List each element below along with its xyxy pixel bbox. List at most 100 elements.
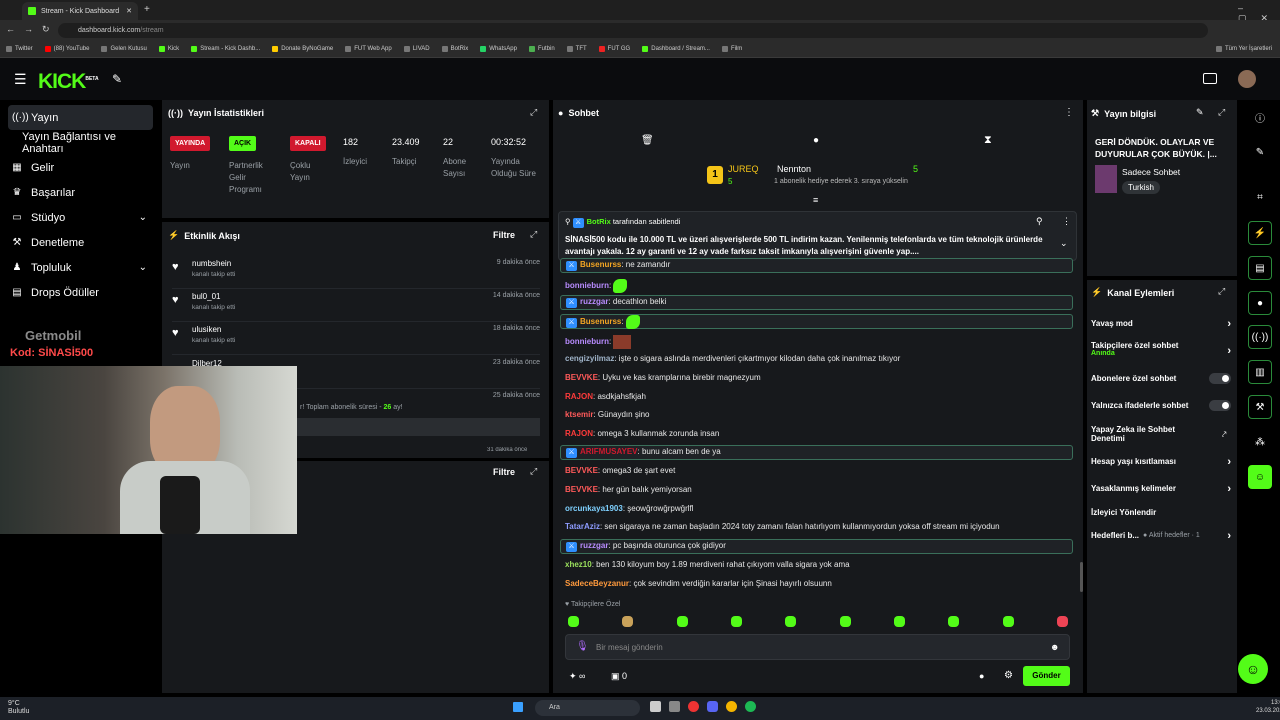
apps-icon[interactable]: ⁂ xyxy=(1248,430,1272,454)
emote-only-action[interactable]: Yalnızca ifadelerle sohbet xyxy=(1091,400,1231,411)
browser-tab[interactable]: Stream - Kick Dashboard ✕ xyxy=(22,2,138,20)
taskbar-apps[interactable] xyxy=(650,701,770,715)
send-button[interactable]: Gönder xyxy=(1023,666,1070,686)
hamburger-menu-icon[interactable]: ☰ xyxy=(14,71,27,88)
slow-mode-action[interactable]: Yavaş mod › xyxy=(1091,318,1231,330)
unpin-icon[interactable]: ⚲ xyxy=(1036,216,1043,227)
sidebar-item-gelir[interactable]: ▦ Gelir xyxy=(8,155,153,180)
toggle-switch[interactable] xyxy=(1209,400,1231,411)
expand-icon[interactable]: ⤢ xyxy=(530,466,537,477)
microphone-icon[interactable]: 🎙 xyxy=(576,641,589,652)
chat-message[interactable]: BEVVKE: Uyku ve kas kramplarına birebir … xyxy=(565,373,761,382)
expand-icon[interactable]: ⤢ xyxy=(1218,107,1225,118)
filter-button[interactable]: Filtre xyxy=(493,467,515,477)
more-options-icon[interactable]: ⋮ xyxy=(1064,107,1074,118)
chat-settings-bubble-icon[interactable]: ● xyxy=(979,671,984,681)
chevron-down-icon[interactable]: ⌄ xyxy=(1060,238,1068,249)
system-clock[interactable]: 13:0423.03.2026 xyxy=(1256,699,1280,715)
bookmark-item[interactable]: TFT xyxy=(566,46,587,52)
sidebar-item-denetleme[interactable]: ⚒ Denetleme xyxy=(8,230,153,255)
chat-message[interactable]: SadeceBeyzanur: çok sevindim verdiğin ka… xyxy=(565,579,832,588)
raid-action[interactable]: İzleyici Yönlendir xyxy=(1091,508,1231,517)
bookmark-item[interactable]: Film xyxy=(721,46,742,52)
chat-message[interactable]: cengizyilmaz: işte o sigara aslında merd… xyxy=(565,354,900,363)
hourglass-icon[interactable]: ⧗ xyxy=(984,134,992,147)
bookmark-item[interactable]: Futbin xyxy=(528,46,555,52)
chat-message[interactable]: RAJON: asdkjahsfkjah xyxy=(565,392,646,401)
chat-message[interactable]: BEVVKE: her gün balık yemiyorsan xyxy=(565,485,692,494)
chat-message[interactable]: BEVVKE: omega3 de şart evet xyxy=(565,466,675,475)
nav-buttons[interactable]: ←→↻ xyxy=(6,24,59,35)
emoji-icon[interactable]: ☻ xyxy=(1050,642,1059,652)
expand-icon[interactable]: ⤢ xyxy=(530,229,537,240)
sidebar-item-yayin[interactable]: ((·)) Yayın xyxy=(8,105,153,130)
subs-only-action[interactable]: Abonelere özel sohbet xyxy=(1091,373,1231,384)
chat-message[interactable]: bonnieburn: xyxy=(565,279,628,293)
wrench-icon[interactable]: ⚒ xyxy=(1248,395,1272,419)
chat-message[interactable]: ⚔ ruzzgar: decathlon belki xyxy=(560,295,1073,310)
bookmark-item[interactable]: Donate ByNoGame xyxy=(272,46,333,52)
broadcast-icon[interactable]: ((·)) xyxy=(1248,325,1272,349)
bookmark-item[interactable]: Kick xyxy=(158,46,179,52)
chat-message[interactable]: TatarAziz: sen sigaraya ne zaman başladı… xyxy=(565,522,1000,531)
category-name[interactable]: Sadece Sohbet xyxy=(1122,167,1180,177)
layout-icon[interactable]: ▥ xyxy=(1248,360,1272,384)
taskbar-search[interactable]: Ara xyxy=(535,700,640,716)
sidebar-item-topluluk[interactable]: ♟ Topluluk ⌄ xyxy=(8,255,153,280)
bookmark-item[interactable]: (88) YouTube xyxy=(44,46,89,52)
pin-icon[interactable]: ✎ xyxy=(112,72,122,86)
trash-icon[interactable]: 🗑 xyxy=(641,135,654,146)
collapse-icon[interactable]: ≡ xyxy=(813,195,818,205)
crop-icon[interactable]: ⌗ xyxy=(1248,185,1272,209)
followers-only-action[interactable]: Takipçilere özel sohbet Anında › xyxy=(1091,341,1231,357)
close-tab-icon[interactable]: ✕ xyxy=(126,7,132,15)
clipboard-icon[interactable]: ▤ xyxy=(1248,256,1272,280)
pencil-icon[interactable]: ✎ xyxy=(1248,140,1272,164)
ai-moderation-action[interactable]: Yapay Zeka ile Sohbet Denetimi xyxy=(1091,425,1201,443)
all-bookmarks[interactable]: Tüm Yer İşaretleri xyxy=(1215,46,1272,52)
bookmark-item[interactable]: Stream - Kick Dashb... xyxy=(191,46,260,52)
expand-icon[interactable]: ⤢ xyxy=(1218,286,1225,297)
chat-message[interactable]: xhez10: ben 130 kiloyum boy 1.89 merdive… xyxy=(565,560,850,569)
chat-message[interactable]: bonnieburn: xyxy=(565,335,632,349)
bookmark-item[interactable]: LIVAD xyxy=(403,46,430,52)
toggle-switch[interactable] xyxy=(1209,373,1231,384)
sidebar-item-studyo[interactable]: ▭ Stüdyo ⌄ xyxy=(8,205,153,230)
chat-message[interactable]: RAJON: omega 3 kullanmak zorunda insan xyxy=(565,429,719,438)
lightning-icon[interactable]: ⚡ xyxy=(1248,221,1272,245)
sidebar-item-basarilar[interactable]: ♛ Başarılar xyxy=(8,180,153,205)
bookmark-item[interactable]: FUT Web App xyxy=(345,46,392,52)
chat-icon[interactable]: ● xyxy=(1248,291,1272,315)
creator-mode-icon[interactable] xyxy=(1203,73,1217,84)
bookmark-item[interactable]: BotRix xyxy=(441,46,468,52)
new-tab-icon[interactable]: + xyxy=(144,4,150,15)
chat-message[interactable]: ⚔ Busenurss: xyxy=(560,314,1073,329)
bookmark-item[interactable]: Twitter xyxy=(6,46,33,52)
start-button-icon[interactable] xyxy=(513,702,523,712)
edit-icon[interactable]: ✎ xyxy=(1196,107,1204,118)
account-age-action[interactable]: Hesap yaşı kısıtlaması › xyxy=(1091,456,1231,468)
filter-button[interactable]: Filtre xyxy=(493,230,515,240)
bookmark-item[interactable]: FUT GG xyxy=(598,46,630,52)
sidebar-item-drops[interactable]: ▤ Drops Ödüller xyxy=(8,280,153,305)
chat-message[interactable]: ktsemir: Günaydın şino xyxy=(565,410,650,419)
weather-widget[interactable]: 9°C Bulutlu xyxy=(8,700,29,716)
chat-scrollbar[interactable] xyxy=(1080,562,1083,592)
sidebar-item-stream-key[interactable]: Yayın Bağlantısı ve Anahtarı xyxy=(8,130,153,155)
goals-action[interactable]: Hedefleri b... ● Aktif hedefler · 1 › xyxy=(1091,530,1231,542)
more-options-icon[interactable]: ⋮ xyxy=(1062,216,1071,227)
kick-bot-icon[interactable]: ☺ xyxy=(1248,465,1272,489)
expand-icon[interactable]: ⤢ xyxy=(530,107,537,118)
banned-words-action[interactable]: Yasaklanmış kelimeler › xyxy=(1091,483,1231,495)
emote-bar[interactable] xyxy=(568,616,1068,627)
bookmark-item[interactable]: Dashboard / Stream... xyxy=(642,46,710,52)
support-chat-icon[interactable]: ☺ xyxy=(1238,654,1268,684)
chat-message[interactable]: orcunkaya1903: şeowğrowğrpwğrlfl xyxy=(565,504,694,513)
avatar[interactable] xyxy=(1238,70,1256,88)
external-link-icon[interactable]: ⤤ xyxy=(1222,430,1227,440)
gear-icon[interactable]: ⚙ xyxy=(1004,670,1013,681)
bookmark-item[interactable]: WhatsApp xyxy=(480,46,517,52)
points-indicator[interactable]: ✦ ∞ xyxy=(569,671,585,682)
chat-message[interactable]: ⚔ ARIFMUSAYEV: bunu alcam ben de ya xyxy=(560,445,1073,460)
chat-message[interactable]: ⚔ ruzzgar: pc başında oturunca çok gidiyo… xyxy=(560,539,1073,554)
